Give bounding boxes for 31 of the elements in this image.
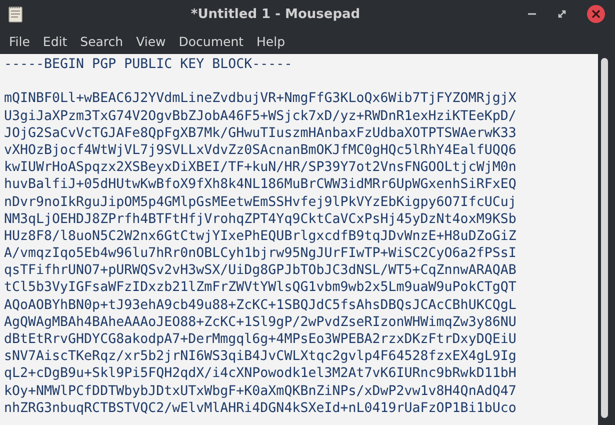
text-line: dBtEtRrvGHDYCG8akodpA7+DerMmgql6g+4MPsEo3WPEBA2rzxDKzFtrDxyDQEiU bbox=[4, 332, 516, 347]
text-line: AQoAOBYhBN0p+tJ93ehA9cb49u88+ZcKC+1SBQJdC5fsAhsDBQsJCAcCBhUKCQgL bbox=[4, 298, 516, 313]
menu-item[interactable]: View bbox=[130, 34, 173, 48]
text-line: vXHOzBjocf4WtWjVL7j9SVLLxVdvZz0SAcnanBmOKJfMC0gHQc5lRhY4EalfUQQ6 bbox=[4, 142, 516, 158]
text-editor[interactable] bbox=[0, 54, 598, 425]
text-line: mQINBF0Ll+wBEAC6J2YVdmLineZvdbujVR+NmgFfG3KLoQx6Wib7TjFYZOMRjgjX bbox=[4, 91, 516, 106]
notepad-icon bbox=[8, 5, 24, 23]
text-line: kOy+NMWlPCfDDTWbybJDtxUTxWbgF+K0aXmQKBnZiNPs/xDwP2vw1v8H4QnAdQ47 bbox=[4, 384, 516, 399]
text-line: U3giJaXPzm3TxG74V2OgvBbZJobA46F5+WSjck7xD/yz+RWDnR1exHziKTEeKpD/ bbox=[4, 108, 516, 124]
text-line: nDvr9noIkRguJipOM5p4GMlpGsMEetwEmSSHvfej9lPkVYzEbKigpy6O7IfcUCuj bbox=[4, 194, 516, 210]
text-line: qsTFifhrUNO7+pURWQSv2vH3wSX/UiDg8GPJbTObJC3dNSL/WT5+CqZnnwARAQAB bbox=[4, 263, 516, 278]
maximize-icon[interactable] bbox=[557, 9, 567, 19]
text-line: JOjG2SaCvVcTGJAFe8QpFgXB7Mk/GHwuTIuszmHAnbaxFzUdbaXOTPTSWAerwK33 bbox=[4, 126, 516, 141]
text-line: qL2+cDgB9u+Skl9Pi5FQH2qdX/i4cXNPowodk1el3M2At7vK6IURnc9bRwkD11bH bbox=[4, 366, 516, 382]
text-line: A/vmqzIqo5Eb4w96lu7hRr0nOBLCyh1bjrw95NgJUrFIwTP+WiSC2CyO6a2fPSsI bbox=[4, 246, 516, 262]
menu-item[interactable]: Search bbox=[74, 34, 130, 48]
text-line: HUz8F8/l8uoN5C2W2nx6GtCtwjYIxePhEQUBrlgxcdfB9tqJDvWnzE+H8uDZoGiZ bbox=[4, 228, 516, 244]
text-line: sNV7AiscTKeRqz/xr5b2jrNI6WS3qiB4JvCWLXtqc2gvlp4F64528fzxEX4gL9Ig bbox=[4, 349, 516, 364]
close-icon[interactable] bbox=[587, 5, 605, 23]
text-line: tCl5b3VyIGFsaWFzIDxzb21lZmFrZWVtYWlsQG1vbm9wb2x5Lm9uaW9uPokCTgQT bbox=[4, 280, 516, 296]
text-line: huvBalfiJ+05dHUtwKwBfoX9fXh8k4NL186MuBrCWW3idMRr6UpWGxenhSiRFxEQ bbox=[4, 177, 516, 192]
window-title: *Untitled 1 - Mousepad bbox=[190, 6, 362, 22]
text-line: NM3qLjOEHDJ8ZPrfh4BTFtHfjVrohqZPT4Yq9CktCaVCxPsHj45yDzNt4oxM9KSb bbox=[4, 212, 516, 227]
text-line: AgQWAgMBAh4BAheAAAoJEO88+ZcKC+1Sl9gP/2wPvdZseRIzonWHWimqZw3y86NU bbox=[4, 314, 516, 330]
menu-item[interactable]: Document bbox=[172, 34, 251, 48]
menu-item[interactable]: Help bbox=[250, 34, 292, 48]
menu-item[interactable]: File bbox=[3, 34, 37, 48]
text-line: nhZRG3nbuqRCTBSTVQC2/wElvMlAHRi4DGN4kSXeId+nL0419rUaFzOP1Bi1bUco bbox=[4, 400, 516, 416]
text-line: -----BEGIN PGP PUBLIC KEY BLOCK----- bbox=[4, 57, 292, 72]
menu-item[interactable]: Edit bbox=[36, 34, 74, 48]
text-line: kwIUWrHoASpqzx2XSBeyxDiXBEI/TF+kuN/HR/SP39Y7ot2VnsFNGOOLtjcWjM0n bbox=[4, 160, 516, 176]
